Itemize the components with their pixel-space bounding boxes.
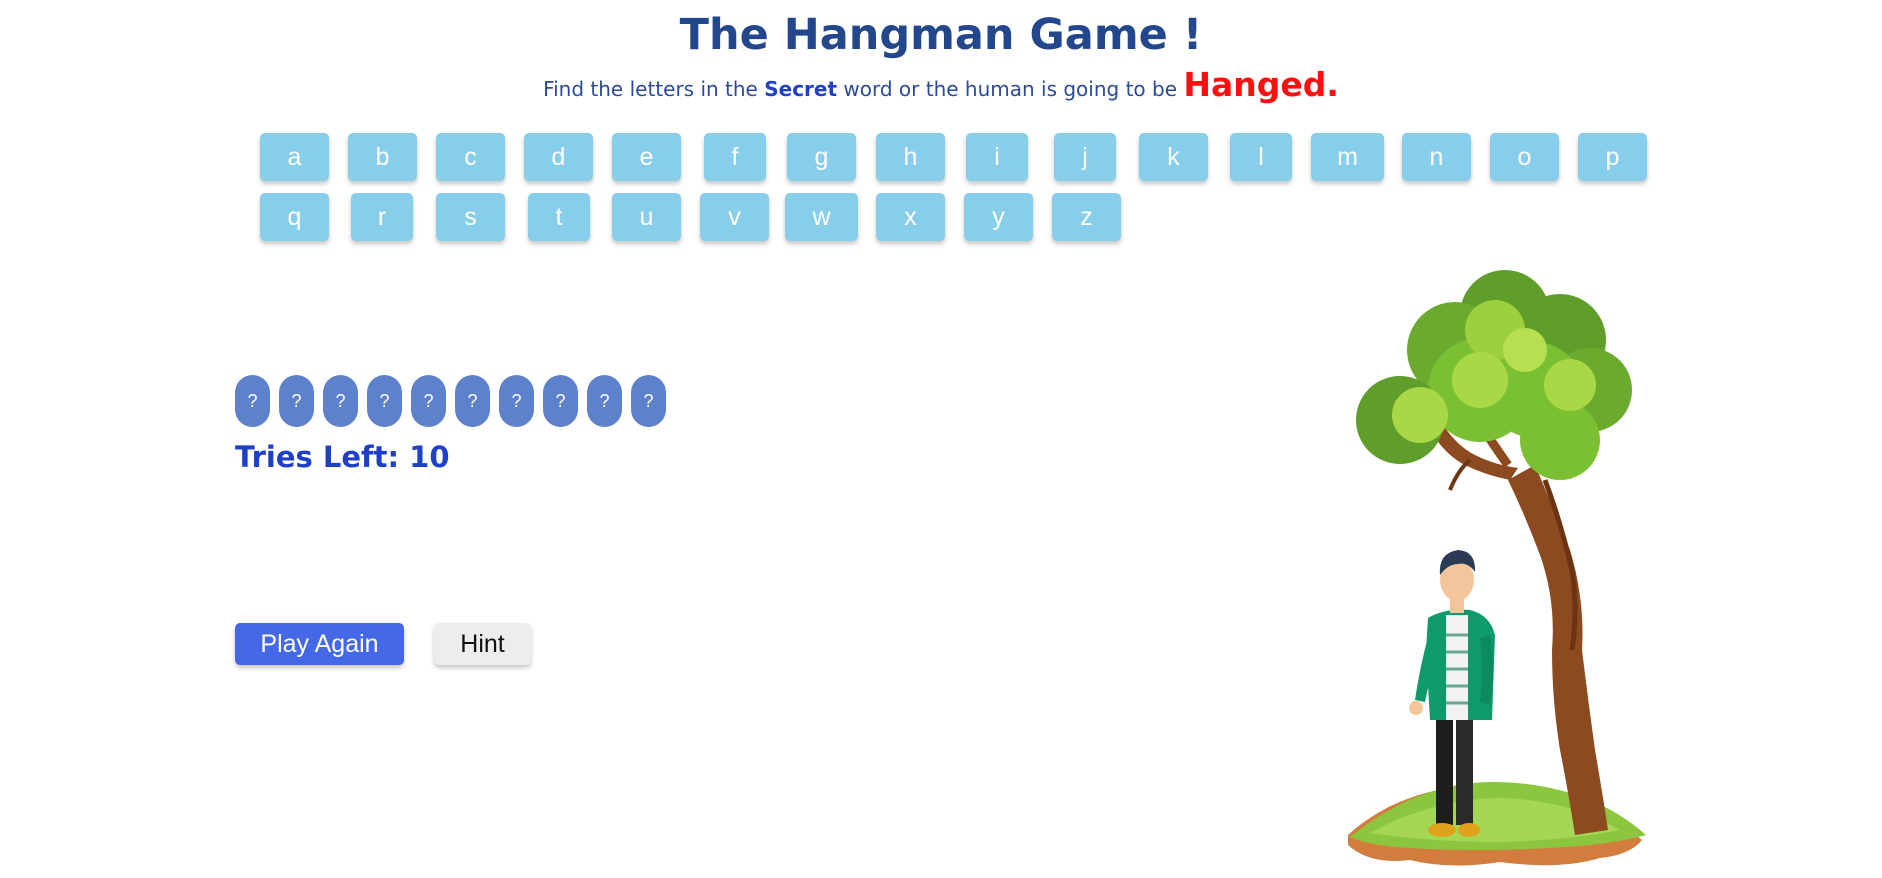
letter-button-s[interactable]: s xyxy=(436,193,505,241)
letter-button-x[interactable]: x xyxy=(876,193,945,241)
hint-button[interactable]: Hint xyxy=(434,623,531,665)
letter-button-k[interactable]: k xyxy=(1139,133,1208,181)
letter-button-g[interactable]: g xyxy=(787,133,856,181)
play-again-button[interactable]: Play Again xyxy=(235,623,404,665)
letter-button-u[interactable]: u xyxy=(612,193,681,241)
letter-slot: ? xyxy=(367,375,402,427)
instructions: Find the letters in the Secret word or t… xyxy=(0,62,1882,112)
tree-with-man-illustration xyxy=(1348,270,1646,866)
letter-button-v[interactable]: v xyxy=(700,193,769,241)
page-title: The Hangman Game ! xyxy=(679,10,1203,60)
secret-word-label: Secret xyxy=(764,77,838,101)
hanged-warning: Hanged. xyxy=(1183,65,1339,104)
letter-slot: ? xyxy=(587,375,622,427)
letter-button-p[interactable]: p xyxy=(1578,133,1647,181)
letter-slot: ? xyxy=(279,375,314,427)
letter-button-z[interactable]: z xyxy=(1052,193,1121,241)
letter-slot: ? xyxy=(235,375,270,427)
letter-slot: ? xyxy=(499,375,534,427)
letter-slot: ? xyxy=(455,375,490,427)
instructions-text-middle: word or the human is going to be xyxy=(837,77,1184,101)
letter-slot: ? xyxy=(411,375,446,427)
letter-button-r[interactable]: r xyxy=(351,193,413,241)
letter-button-t[interactable]: t xyxy=(528,193,590,241)
instructions-text-start: Find the letters in the xyxy=(543,77,765,101)
letter-button-o[interactable]: o xyxy=(1490,133,1559,181)
letter-button-c[interactable]: c xyxy=(436,133,505,181)
letter-slot: ? xyxy=(631,375,666,427)
letter-slot: ? xyxy=(543,375,578,427)
letter-button-d[interactable]: d xyxy=(524,133,593,181)
letter-button-e[interactable]: e xyxy=(612,133,681,181)
letter-button-h[interactable]: h xyxy=(876,133,945,181)
letter-button-b[interactable]: b xyxy=(348,133,417,181)
letter-button-f[interactable]: f xyxy=(704,133,766,181)
hangman-page: The Hangman Game ! Find the letters in t… xyxy=(0,0,1882,878)
letter-button-l[interactable]: l xyxy=(1230,133,1292,181)
letter-slot: ? xyxy=(323,375,358,427)
letter-button-j[interactable]: j xyxy=(1054,133,1116,181)
letter-button-n[interactable]: n xyxy=(1402,133,1471,181)
tries-left-counter: Tries Left: 10 xyxy=(235,440,450,474)
letter-button-a[interactable]: a xyxy=(260,133,329,181)
letter-button-q[interactable]: q xyxy=(260,193,329,241)
letter-button-w[interactable]: w xyxy=(785,193,858,241)
letter-button-i[interactable]: i xyxy=(966,133,1028,181)
letter-button-m[interactable]: m xyxy=(1311,133,1384,181)
letter-button-y[interactable]: y xyxy=(964,193,1033,241)
